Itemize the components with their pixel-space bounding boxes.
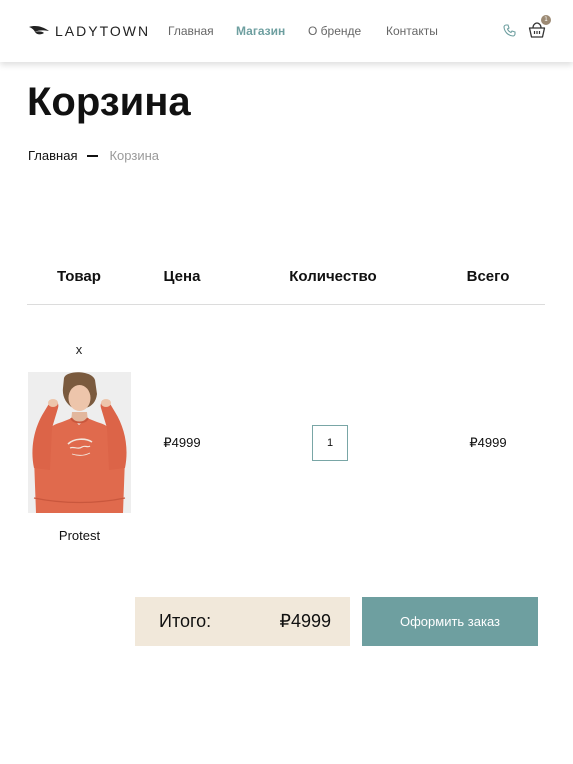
breadcrumb-current: Корзина [109,148,160,163]
column-header-price: Цена [163,268,201,285]
item-total: ₽4999 [469,435,507,450]
site-header: LADYTOWN Главная Магазин О бренде Контак… [0,0,573,62]
column-header-product: Товар [57,268,101,285]
summary-label: Итого: [159,611,212,631]
column-header-quantity: Количество [289,268,377,285]
checkout-button[interactable]: Оформить заказ [362,597,538,646]
nav-item-contacts[interactable]: Контакты [386,22,438,40]
nav-item-about[interactable]: О бренде [308,22,361,40]
breadcrumb-home[interactable]: Главная [28,148,77,163]
order-summary: Итого: ₽4999 [135,597,350,646]
cart-count-badge: 1 [541,15,551,25]
phone-icon[interactable] [503,24,516,37]
remove-item-button[interactable]: x [73,341,85,359]
product-name[interactable]: Protest [28,527,131,545]
breadcrumb-separator [87,154,99,157]
item-price: ₽4999 [163,435,201,450]
nav-item-home[interactable]: Главная [168,22,214,40]
quantity-input[interactable] [312,425,348,461]
summary-total: ₽4999 [279,611,332,631]
nav-item-shop[interactable]: Магазин [236,22,285,40]
page-title: Корзина [27,80,191,124]
table-divider [27,304,545,305]
product-image[interactable] [28,372,131,513]
main-nav: Главная Магазин О бренде Контакты [0,22,573,40]
breadcrumb: Главная Корзина [28,147,159,165]
column-header-total: Всего [466,268,510,285]
